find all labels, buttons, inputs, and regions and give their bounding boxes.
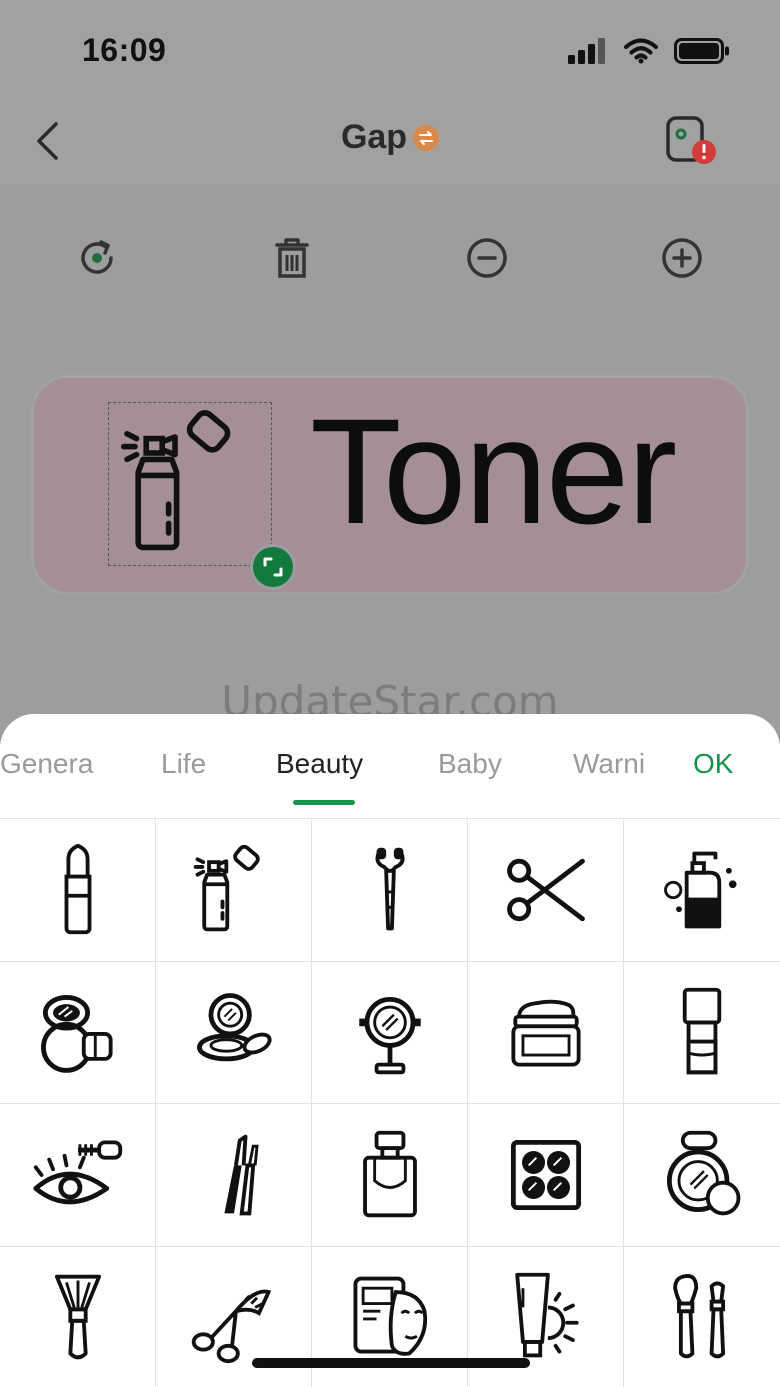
printer-status-button[interactable] [664, 114, 724, 168]
powder-compact-icon [196, 993, 272, 1062]
powder-puff-icon [666, 1130, 741, 1216]
toner-spray-icon [193, 844, 260, 932]
title-switcher[interactable]: Gap [0, 118, 780, 157]
face-mask-icon [353, 1276, 427, 1356]
resize-handle[interactable] [250, 544, 296, 590]
label-editor-canvas: Toner UpdateStar.com [0, 184, 780, 744]
compact-mirror-icon [40, 995, 113, 1074]
label-preview[interactable]: Toner [34, 378, 746, 592]
tab-baby[interactable]: Baby [438, 748, 502, 780]
icon-cell[interactable] [624, 819, 780, 962]
battery-icon [674, 38, 729, 64]
delete-button[interactable] [270, 236, 314, 280]
editor-toolbar [0, 236, 780, 286]
scissors-icon [506, 858, 585, 921]
status-bar: 16:09 [0, 0, 780, 100]
cellular-signal-icon [568, 38, 605, 64]
status-icons [568, 38, 730, 64]
active-tab-indicator [293, 800, 355, 805]
category-tabs: Genera Life Beauty Baby Warni OK [0, 714, 780, 818]
label-text[interactable]: Toner [310, 396, 677, 546]
soap-dispenser-icon [664, 851, 737, 929]
icon-grid [0, 818, 780, 1387]
icon-cell[interactable] [0, 1246, 156, 1387]
zoom-out-button[interactable] [465, 236, 509, 280]
printer-device-icon [666, 116, 716, 164]
lipstick-icon [64, 843, 91, 934]
icon-cell[interactable] [624, 1247, 780, 1387]
eyelash-curler-icon [191, 1289, 271, 1364]
ok-button[interactable]: OK [693, 748, 733, 780]
icon-cell[interactable] [0, 961, 156, 1104]
icon-cell[interactable] [312, 819, 468, 962]
wifi-icon [624, 38, 658, 64]
eyeshadow-palette-icon [510, 1139, 581, 1210]
icon-cell[interactable] [624, 962, 780, 1104]
status-time: 16:09 [82, 32, 167, 68]
icon-cell[interactable] [156, 819, 312, 962]
eye-mascara-icon [32, 1140, 122, 1205]
resize-icon [263, 557, 283, 577]
icon-cell[interactable] [468, 961, 624, 1104]
icon-picker-sheet: Genera Life Beauty Baby Warni OK [0, 714, 780, 1387]
icon-cell[interactable] [312, 961, 468, 1104]
home-indicator [252, 1358, 530, 1368]
nail-polish-icon [682, 988, 722, 1075]
trash-icon [275, 238, 309, 278]
icon-cell[interactable] [312, 1104, 468, 1247]
icon-cell[interactable] [468, 1104, 624, 1247]
icon-cell[interactable] [156, 1104, 312, 1247]
rotate-icon [81, 240, 113, 274]
icon-cell[interactable] [624, 1104, 780, 1247]
minus-circle-icon [467, 238, 507, 278]
icon-cell[interactable] [0, 1104, 156, 1247]
icon-cell[interactable] [156, 961, 312, 1104]
toner-spray-icon [121, 410, 231, 551]
icon-cell[interactable] [0, 819, 156, 962]
vanity-mirror-icon [358, 997, 421, 1075]
selected-icon-element[interactable] [108, 402, 272, 566]
zoom-in-button[interactable] [660, 236, 704, 280]
plus-circle-icon [662, 238, 702, 278]
makeup-brush-icon [54, 1275, 101, 1360]
nav-bar: Gap [0, 100, 780, 184]
tab-warning[interactable]: Warni [573, 748, 645, 780]
cream-jar-icon [510, 1000, 581, 1067]
sunscreen-icon [514, 1273, 579, 1358]
eyeliner-icon [223, 1134, 259, 1216]
makeup-brushes-icon [673, 1274, 726, 1359]
eyelash-curler-brush-icon [374, 847, 405, 931]
swap-icon [413, 124, 440, 151]
tab-life[interactable]: Life [161, 748, 206, 780]
tab-beauty[interactable]: Beauty [276, 748, 363, 780]
rotate-button[interactable] [75, 236, 119, 280]
tab-general[interactable]: Genera [0, 748, 93, 780]
page-title: Gap [340, 118, 408, 156]
icon-cell[interactable] [468, 819, 624, 962]
perfume-bottle-icon [362, 1130, 417, 1217]
